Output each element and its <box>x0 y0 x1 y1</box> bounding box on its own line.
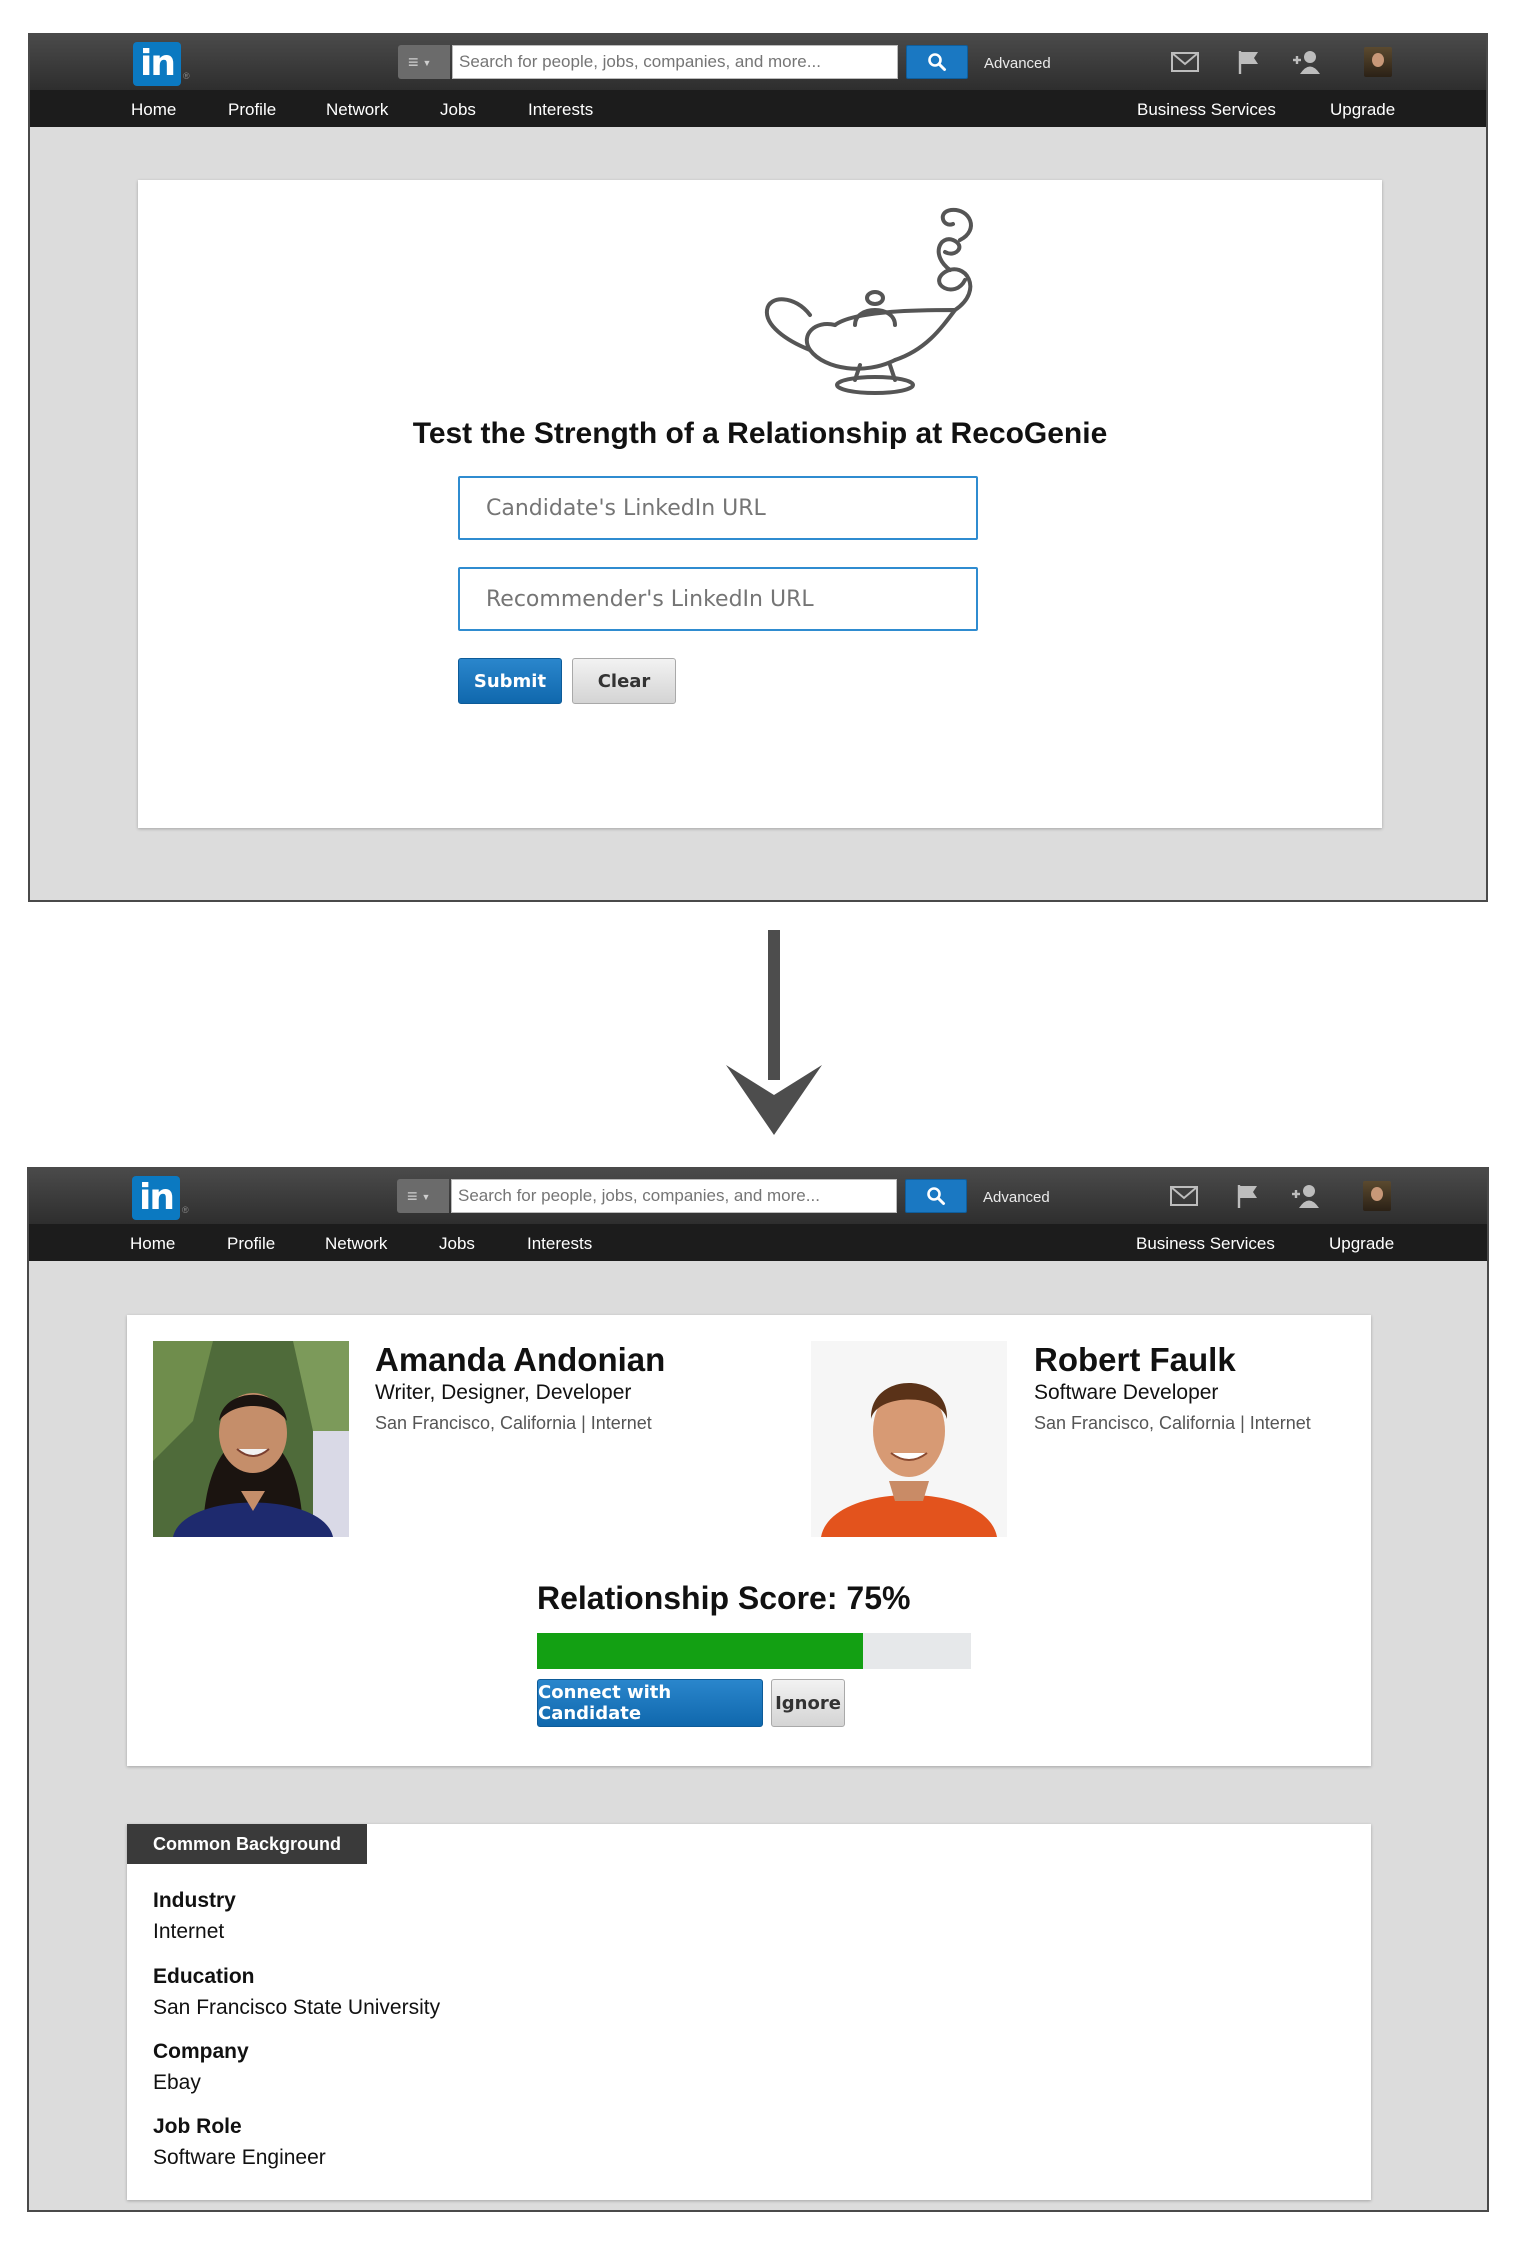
advanced-search-link[interactable]: Advanced <box>984 55 1051 72</box>
search-icon <box>928 53 946 71</box>
common-background-card: Common Background Industry Internet Educ… <box>127 1824 1371 2200</box>
add-connection-icon[interactable] <box>1292 49 1322 75</box>
candidate-location: San Francisco, California | Internet <box>375 1413 652 1433</box>
search-button[interactable] <box>906 45 968 79</box>
relationship-result-card: Amanda Andonian Writer, Designer, Develo… <box>127 1315 1371 1766</box>
genie-lamp-icon <box>764 207 973 395</box>
search-category-menu[interactable]: ≡ ▼ <box>397 1179 449 1213</box>
search-input[interactable] <box>451 1179 897 1213</box>
registered-mark: ® <box>182 1205 189 1215</box>
search-input[interactable] <box>452 45 898 79</box>
background-label-company: Company <box>153 2040 249 2063</box>
background-value-education: San Francisco State University <box>153 1996 441 2019</box>
linkedin-logo[interactable]: in <box>133 42 181 86</box>
clear-button[interactable]: Clear <box>572 658 676 704</box>
global-header: in ® ≡▼ Advanced <box>30 35 1486 90</box>
recommender-name[interactable]: Robert Faulk <box>1034 1341 1236 1379</box>
nav-network[interactable]: Network <box>326 100 388 120</box>
flag-icon[interactable] <box>1233 1183 1263 1209</box>
relationship-score: Relationship Score: 75% <box>537 1580 911 1616</box>
messages-icon[interactable] <box>1170 49 1200 75</box>
flag-icon[interactable] <box>1234 49 1264 75</box>
nav-network[interactable]: Network <box>325 1234 387 1254</box>
background-label-job-role: Job Role <box>153 2115 242 2138</box>
search-category-menu[interactable]: ≡ ▼ <box>398 45 450 79</box>
search-button[interactable] <box>905 1179 967 1213</box>
recommender-photo <box>811 1341 1007 1537</box>
relationship-score-fill <box>537 1633 863 1669</box>
profile-avatar[interactable] <box>1364 47 1392 77</box>
nav-business-services[interactable]: Business Services <box>1136 1234 1275 1254</box>
recogenie-form-screen: in ® ≡▼ Advanced Home Profile Network Jo… <box>28 33 1488 902</box>
nav-interests[interactable]: Interests <box>528 100 593 120</box>
background-value-industry: Internet <box>153 1920 225 1943</box>
recogenie-result-screen: in ® ≡▼ Advanced Home Profile Network Jo… <box>27 1167 1489 2212</box>
messages-icon[interactable] <box>1169 1183 1199 1209</box>
nav-upgrade[interactable]: Upgrade <box>1329 1234 1394 1254</box>
candidate-url-input[interactable] <box>458 476 978 540</box>
common-background-tab: Common Background <box>127 1824 368 1864</box>
candidate-name[interactable]: Amanda Andonian <box>375 1341 665 1379</box>
nav-jobs[interactable]: Jobs <box>439 1234 475 1254</box>
nav-profile[interactable]: Profile <box>228 100 276 120</box>
candidate-photo <box>153 1341 349 1537</box>
background-label-industry: Industry <box>153 1889 236 1912</box>
background-label-education: Education <box>153 1965 255 1988</box>
global-header: in ® ≡▼ Advanced <box>29 1169 1487 1224</box>
connect-with-candidate-button[interactable]: Connect with Candidate <box>537 1679 763 1727</box>
ignore-button[interactable]: Ignore <box>771 1679 845 1727</box>
nav-business-services[interactable]: Business Services <box>1137 100 1276 120</box>
nav-home[interactable]: Home <box>130 1234 175 1254</box>
primary-nav: Home Profile Network Jobs Interests Busi… <box>30 90 1486 127</box>
nav-interests[interactable]: Interests <box>527 1234 592 1254</box>
background-value-job-role: Software Engineer <box>153 2146 326 2169</box>
nav-home[interactable]: Home <box>131 100 176 120</box>
form-headline: Test the Strength of a Relationship at R… <box>412 417 1108 450</box>
background-value-company: Ebay <box>153 2071 201 2094</box>
add-connection-icon[interactable] <box>1291 1183 1321 1209</box>
primary-nav: Home Profile Network Jobs Interests Busi… <box>29 1224 1487 1261</box>
submit-button[interactable]: Submit <box>458 658 562 704</box>
nav-profile[interactable]: Profile <box>227 1234 275 1254</box>
nav-upgrade[interactable]: Upgrade <box>1330 100 1395 120</box>
relationship-score-bar <box>537 1633 971 1669</box>
linkedin-logo[interactable]: in <box>132 1176 180 1220</box>
recommender-url-input[interactable] <box>458 567 978 631</box>
candidate-title: Writer, Designer, Developer <box>375 1381 632 1404</box>
recommender-title: Software Developer <box>1034 1381 1219 1404</box>
recogenie-form-card: Test the Strength of a Relationship at R… <box>138 180 1382 828</box>
down-arrow-icon <box>726 930 822 1135</box>
recommender-location: San Francisco, California | Internet <box>1034 1413 1311 1433</box>
registered-mark: ® <box>183 71 190 81</box>
search-icon <box>927 1187 945 1205</box>
nav-jobs[interactable]: Jobs <box>440 100 476 120</box>
advanced-search-link[interactable]: Advanced <box>983 1189 1050 1206</box>
profile-avatar[interactable] <box>1363 1181 1391 1211</box>
